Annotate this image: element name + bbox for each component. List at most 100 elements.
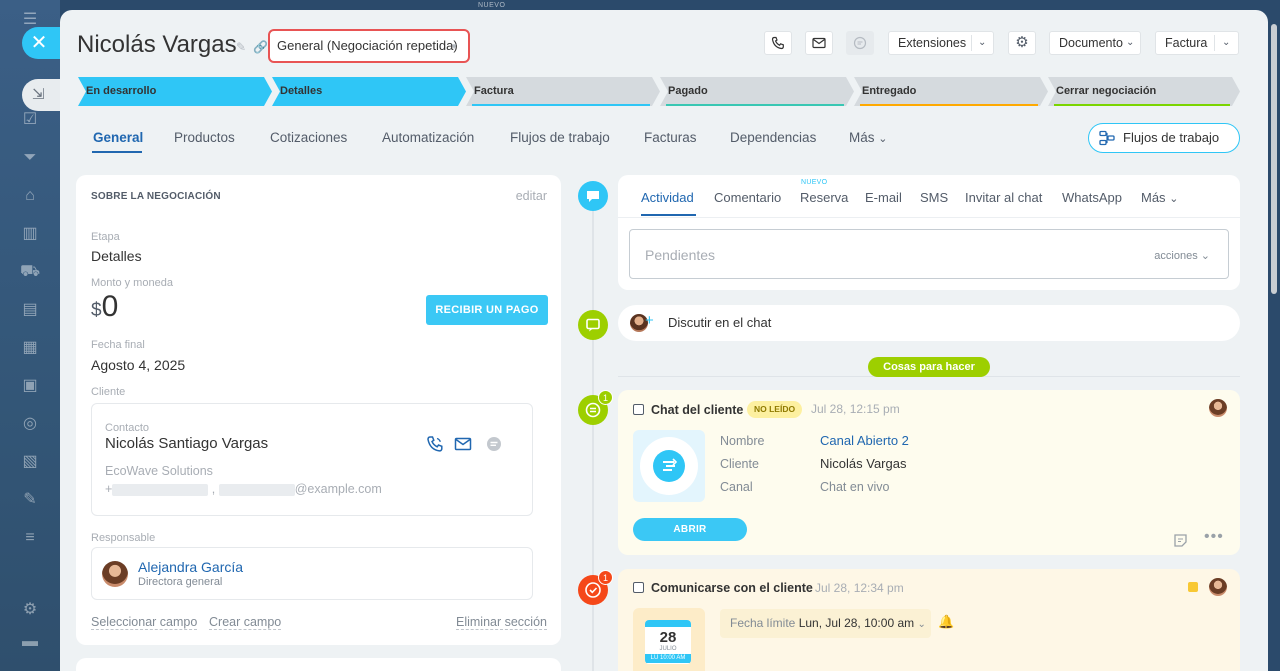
- more-options-icon[interactable]: •••: [1204, 528, 1224, 546]
- client-chat-dot: 1: [578, 390, 613, 425]
- stage-entregado[interactable]: Entregado: [854, 77, 1048, 106]
- stage-pagado[interactable]: Pagado: [660, 77, 854, 106]
- company-name[interactable]: EcoWave Solutions: [105, 464, 213, 478]
- stage-label: Cerrar negociación: [1056, 85, 1157, 97]
- tab-general[interactable]: General: [93, 130, 143, 145]
- complete-checkbox[interactable]: [633, 404, 644, 415]
- scrollbar[interactable]: [1268, 10, 1280, 670]
- chat-icon[interactable]: [485, 435, 503, 453]
- tab-cotizaciones[interactable]: Cotizaciones: [270, 130, 347, 145]
- stage-field-value[interactable]: Detalles: [91, 248, 142, 264]
- activity-tab-actividad[interactable]: Actividad: [641, 190, 694, 205]
- client-chat-title[interactable]: Chat del cliente: [651, 403, 743, 417]
- contact-card-icon[interactable]: ▤: [20, 300, 40, 320]
- actions-dropdown[interactable]: acciones ⌄: [1154, 249, 1210, 262]
- document-icon[interactable]: ▧: [20, 452, 40, 472]
- close-slider-button[interactable]: ✕: [22, 27, 64, 59]
- email-suffix: @example.com: [294, 482, 382, 496]
- print-icon[interactable]: ▬: [20, 632, 40, 652]
- discuss-in-chat-row[interactable]: + Discutir en el chat: [618, 305, 1240, 341]
- tab-productos[interactable]: Productos: [174, 130, 235, 145]
- new-badge: NUEVO: [801, 179, 828, 186]
- tab-automatizacion[interactable]: Automatización: [382, 130, 474, 145]
- calendar-icon[interactable]: ▦: [20, 338, 40, 358]
- filter-icon[interactable]: ⏷: [20, 148, 40, 168]
- target-icon[interactable]: ◎: [20, 414, 40, 434]
- open-chat-button[interactable]: ABRIR: [633, 518, 747, 541]
- calendar-day: 28: [659, 629, 677, 646]
- activity-tab-comentario[interactable]: Comentario: [714, 190, 781, 205]
- copy-link-icon[interactable]: 🔗: [253, 40, 268, 54]
- phone-icon[interactable]: [426, 435, 444, 453]
- scrollbar-thumb[interactable]: [1271, 24, 1277, 294]
- invoice-label: Factura: [1165, 36, 1208, 50]
- contact-name[interactable]: Nicolás Santiago Vargas: [105, 435, 268, 452]
- tab-mas[interactable]: Más ⌄: [849, 130, 888, 145]
- folder-icon[interactable]: ▣: [20, 376, 40, 396]
- task-title[interactable]: Comunicarse con el cliente: [651, 581, 813, 595]
- stage-label: Pagado: [668, 85, 708, 97]
- activity-tab-sms[interactable]: SMS: [920, 190, 948, 205]
- chevron-down-icon: ⌄: [978, 37, 987, 48]
- minimize-slider-button[interactable]: ⇲: [22, 79, 62, 111]
- complete-checkbox[interactable]: [633, 582, 644, 593]
- cart-icon[interactable]: ⛟: [20, 262, 40, 282]
- active-tab-indicator: [641, 214, 696, 216]
- activity-tab-mas[interactable]: Más ⌄: [1141, 190, 1178, 205]
- avatar: [1209, 578, 1227, 596]
- note-icon[interactable]: [1173, 533, 1188, 548]
- bot-icon[interactable]: ⌂: [20, 186, 40, 206]
- email-button[interactable]: [805, 31, 833, 55]
- stage-cerrar-negociacion[interactable]: Cerrar negociación: [1048, 77, 1240, 106]
- pending-input[interactable]: Pendientes acciones ⌄: [629, 229, 1229, 279]
- chevron-down-icon: ⌄: [1200, 250, 1210, 262]
- activity-tab-invitar-chat[interactable]: Invitar al chat: [965, 190, 1042, 205]
- tab-dependencias[interactable]: Dependencias: [730, 130, 816, 145]
- channel-client-label: Cliente: [720, 457, 759, 471]
- invoice-button[interactable]: Factura ⌄: [1155, 31, 1239, 55]
- stage-en-desarrollo[interactable]: En desarrollo: [78, 77, 272, 106]
- responsible-name[interactable]: Alejandra García: [138, 559, 243, 575]
- activity-tab-whatsapp[interactable]: WhatsApp: [1062, 190, 1122, 205]
- pen-icon[interactable]: ✎: [20, 490, 40, 510]
- tab-flujos-de-trabajo[interactable]: Flujos de trabajo: [510, 130, 610, 145]
- bell-icon[interactable]: 🔔: [938, 614, 954, 630]
- client-chat-time: Jul 28, 12:15 pm: [811, 402, 900, 416]
- analytics-icon[interactable]: ▥: [20, 224, 40, 244]
- workflow-button[interactable]: Flujos de trabajo: [1088, 123, 1240, 153]
- delete-section-link[interactable]: Eliminar sección: [455, 615, 547, 630]
- checklist-icon[interactable]: ☑: [20, 110, 40, 130]
- end-date-value[interactable]: Agosto 4, 2025: [91, 357, 185, 373]
- avatar: [102, 561, 128, 587]
- receive-payment-button[interactable]: RECIBIR UN PAGO: [426, 295, 548, 325]
- settings-button[interactable]: ⚙: [1008, 31, 1036, 55]
- stage-factura[interactable]: Factura: [466, 77, 660, 106]
- color-marker[interactable]: [1188, 582, 1198, 592]
- channel-client-value: Nicolás Vargas: [820, 456, 907, 471]
- edit-title-icon[interactable]: ✎: [236, 40, 246, 54]
- amount-value[interactable]: $0: [91, 290, 118, 324]
- client-chat-card: Chat del cliente NO LEÍDO Jul 28, 12:15 …: [618, 390, 1240, 555]
- document-button[interactable]: Documento ⌄: [1049, 31, 1141, 55]
- list-icon[interactable]: ≡: [20, 528, 40, 548]
- stage-detalles[interactable]: Detalles: [272, 77, 466, 106]
- deadline-picker[interactable]: Fecha límite Lun, Jul 28, 10:00 am ⌄: [720, 609, 931, 638]
- extensions-button[interactable]: Extensiones ⌄: [888, 31, 994, 55]
- settings-icon[interactable]: ⚙: [20, 600, 40, 620]
- chat-button[interactable]: [846, 31, 874, 55]
- edit-section-link[interactable]: editar: [516, 189, 547, 203]
- contact-label: Contacto: [105, 422, 150, 434]
- envelope-icon[interactable]: [454, 435, 472, 453]
- activity-tab-reserva[interactable]: Reserva: [800, 190, 848, 205]
- call-button[interactable]: [764, 31, 792, 55]
- activity-tab-email[interactable]: E-mail: [865, 190, 902, 205]
- category-select[interactable]: General (Negociación repetida) ▼: [268, 29, 470, 63]
- select-field-link[interactable]: Seleccionar campo: [91, 615, 198, 630]
- channel-type-value: Chat en vivo: [820, 480, 890, 494]
- responsible-box: Alejandra García Directora general: [91, 547, 533, 600]
- chevron-down-icon: ▼: [450, 42, 458, 51]
- channel-name-value[interactable]: Canal Abierto 2: [820, 433, 909, 448]
- extensions-label: Extensiones: [898, 36, 967, 50]
- tab-facturas[interactable]: Facturas: [644, 130, 697, 145]
- create-field-link[interactable]: Crear campo: [209, 615, 282, 630]
